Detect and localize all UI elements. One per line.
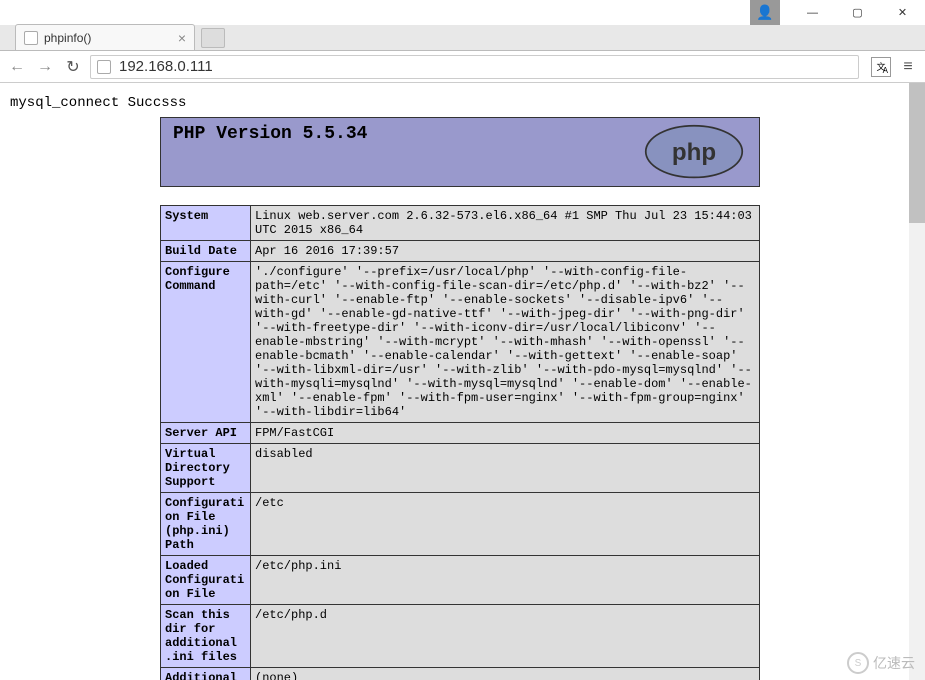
mysql-connect-message: mysql_connect Succsss	[10, 95, 925, 111]
phpinfo-box: PHP Version 5.5.34 php SystemLinux web.s…	[160, 117, 760, 680]
forward-button[interactable]: →	[34, 56, 56, 78]
row-label: Configuration File (php.ini) Path	[161, 493, 251, 556]
table-row: Scan this dir for additional .ini files/…	[161, 605, 760, 668]
row-value: FPM/FastCGI	[251, 423, 760, 444]
php-version-title: PHP Version 5.5.34	[173, 124, 367, 144]
table-row: Server APIFPM/FastCGI	[161, 423, 760, 444]
tab-bar: phpinfo() ×	[0, 25, 925, 51]
row-label: Build Date	[161, 241, 251, 262]
row-label: Loaded Configuration File	[161, 556, 251, 605]
vertical-scrollbar[interactable]	[909, 83, 925, 680]
table-row: Virtual Directory Supportdisabled	[161, 444, 760, 493]
row-label: System	[161, 206, 251, 241]
row-value: Linux web.server.com 2.6.32-573.el6.x86_…	[251, 206, 760, 241]
table-row: Configure Command'./configure' '--prefix…	[161, 262, 760, 423]
row-label: Configure Command	[161, 262, 251, 423]
row-value: './configure' '--prefix=/usr/local/php' …	[251, 262, 760, 423]
url-input[interactable]: 192.168.0.111	[90, 55, 859, 79]
url-text: 192.168.0.111	[119, 58, 213, 75]
row-value: /etc/php.d	[251, 605, 760, 668]
minimize-button[interactable]: —	[790, 0, 835, 25]
row-value: Apr 16 2016 17:39:57	[251, 241, 760, 262]
row-value: /etc	[251, 493, 760, 556]
row-label: Server API	[161, 423, 251, 444]
new-tab-button[interactable]	[201, 28, 225, 48]
page-content: mysql_connect Succsss PHP Version 5.5.34…	[0, 83, 925, 680]
tab-title: phpinfo()	[44, 31, 91, 45]
translate-icon[interactable]: 文	[871, 57, 891, 77]
watermark: S 亿速云	[847, 652, 915, 674]
row-label: Additional .ini files parsed	[161, 668, 251, 680]
row-label: Scan this dir for additional .ini files	[161, 605, 251, 668]
table-row: Loaded Configuration File/etc/php.ini	[161, 556, 760, 605]
phpinfo-header: PHP Version 5.5.34 php	[160, 117, 760, 187]
maximize-button[interactable]: ▢	[835, 0, 880, 25]
table-row: Configuration File (php.ini) Path/etc	[161, 493, 760, 556]
close-tab-icon[interactable]: ×	[178, 30, 186, 46]
svg-text:php: php	[672, 139, 716, 166]
table-row: Build DateApr 16 2016 17:39:57	[161, 241, 760, 262]
phpinfo-table: SystemLinux web.server.com 2.6.32-573.el…	[160, 205, 760, 680]
scroll-thumb[interactable]	[909, 83, 925, 223]
row-value: disabled	[251, 444, 760, 493]
watermark-text: 亿速云	[873, 653, 915, 673]
close-window-button[interactable]: ✕	[880, 0, 925, 25]
page-icon	[24, 31, 38, 45]
address-bar: ← → ↻ 192.168.0.111 文 ≡	[0, 51, 925, 83]
php-logo: php	[641, 124, 747, 180]
site-icon	[97, 60, 111, 74]
table-row: SystemLinux web.server.com 2.6.32-573.el…	[161, 206, 760, 241]
window-title-bar: 👤 — ▢ ✕	[0, 0, 925, 25]
row-value: (none)	[251, 668, 760, 680]
viewport[interactable]: mysql_connect Succsss PHP Version 5.5.34…	[0, 83, 925, 680]
watermark-icon: S	[847, 652, 869, 674]
user-icon[interactable]: 👤	[750, 0, 780, 25]
menu-button[interactable]: ≡	[897, 56, 919, 78]
table-row: Additional .ini files parsed(none)	[161, 668, 760, 680]
row-label: Virtual Directory Support	[161, 444, 251, 493]
back-button[interactable]: ←	[6, 56, 28, 78]
reload-button[interactable]: ↻	[62, 56, 84, 78]
tab-phpinfo[interactable]: phpinfo() ×	[15, 24, 195, 50]
row-value: /etc/php.ini	[251, 556, 760, 605]
